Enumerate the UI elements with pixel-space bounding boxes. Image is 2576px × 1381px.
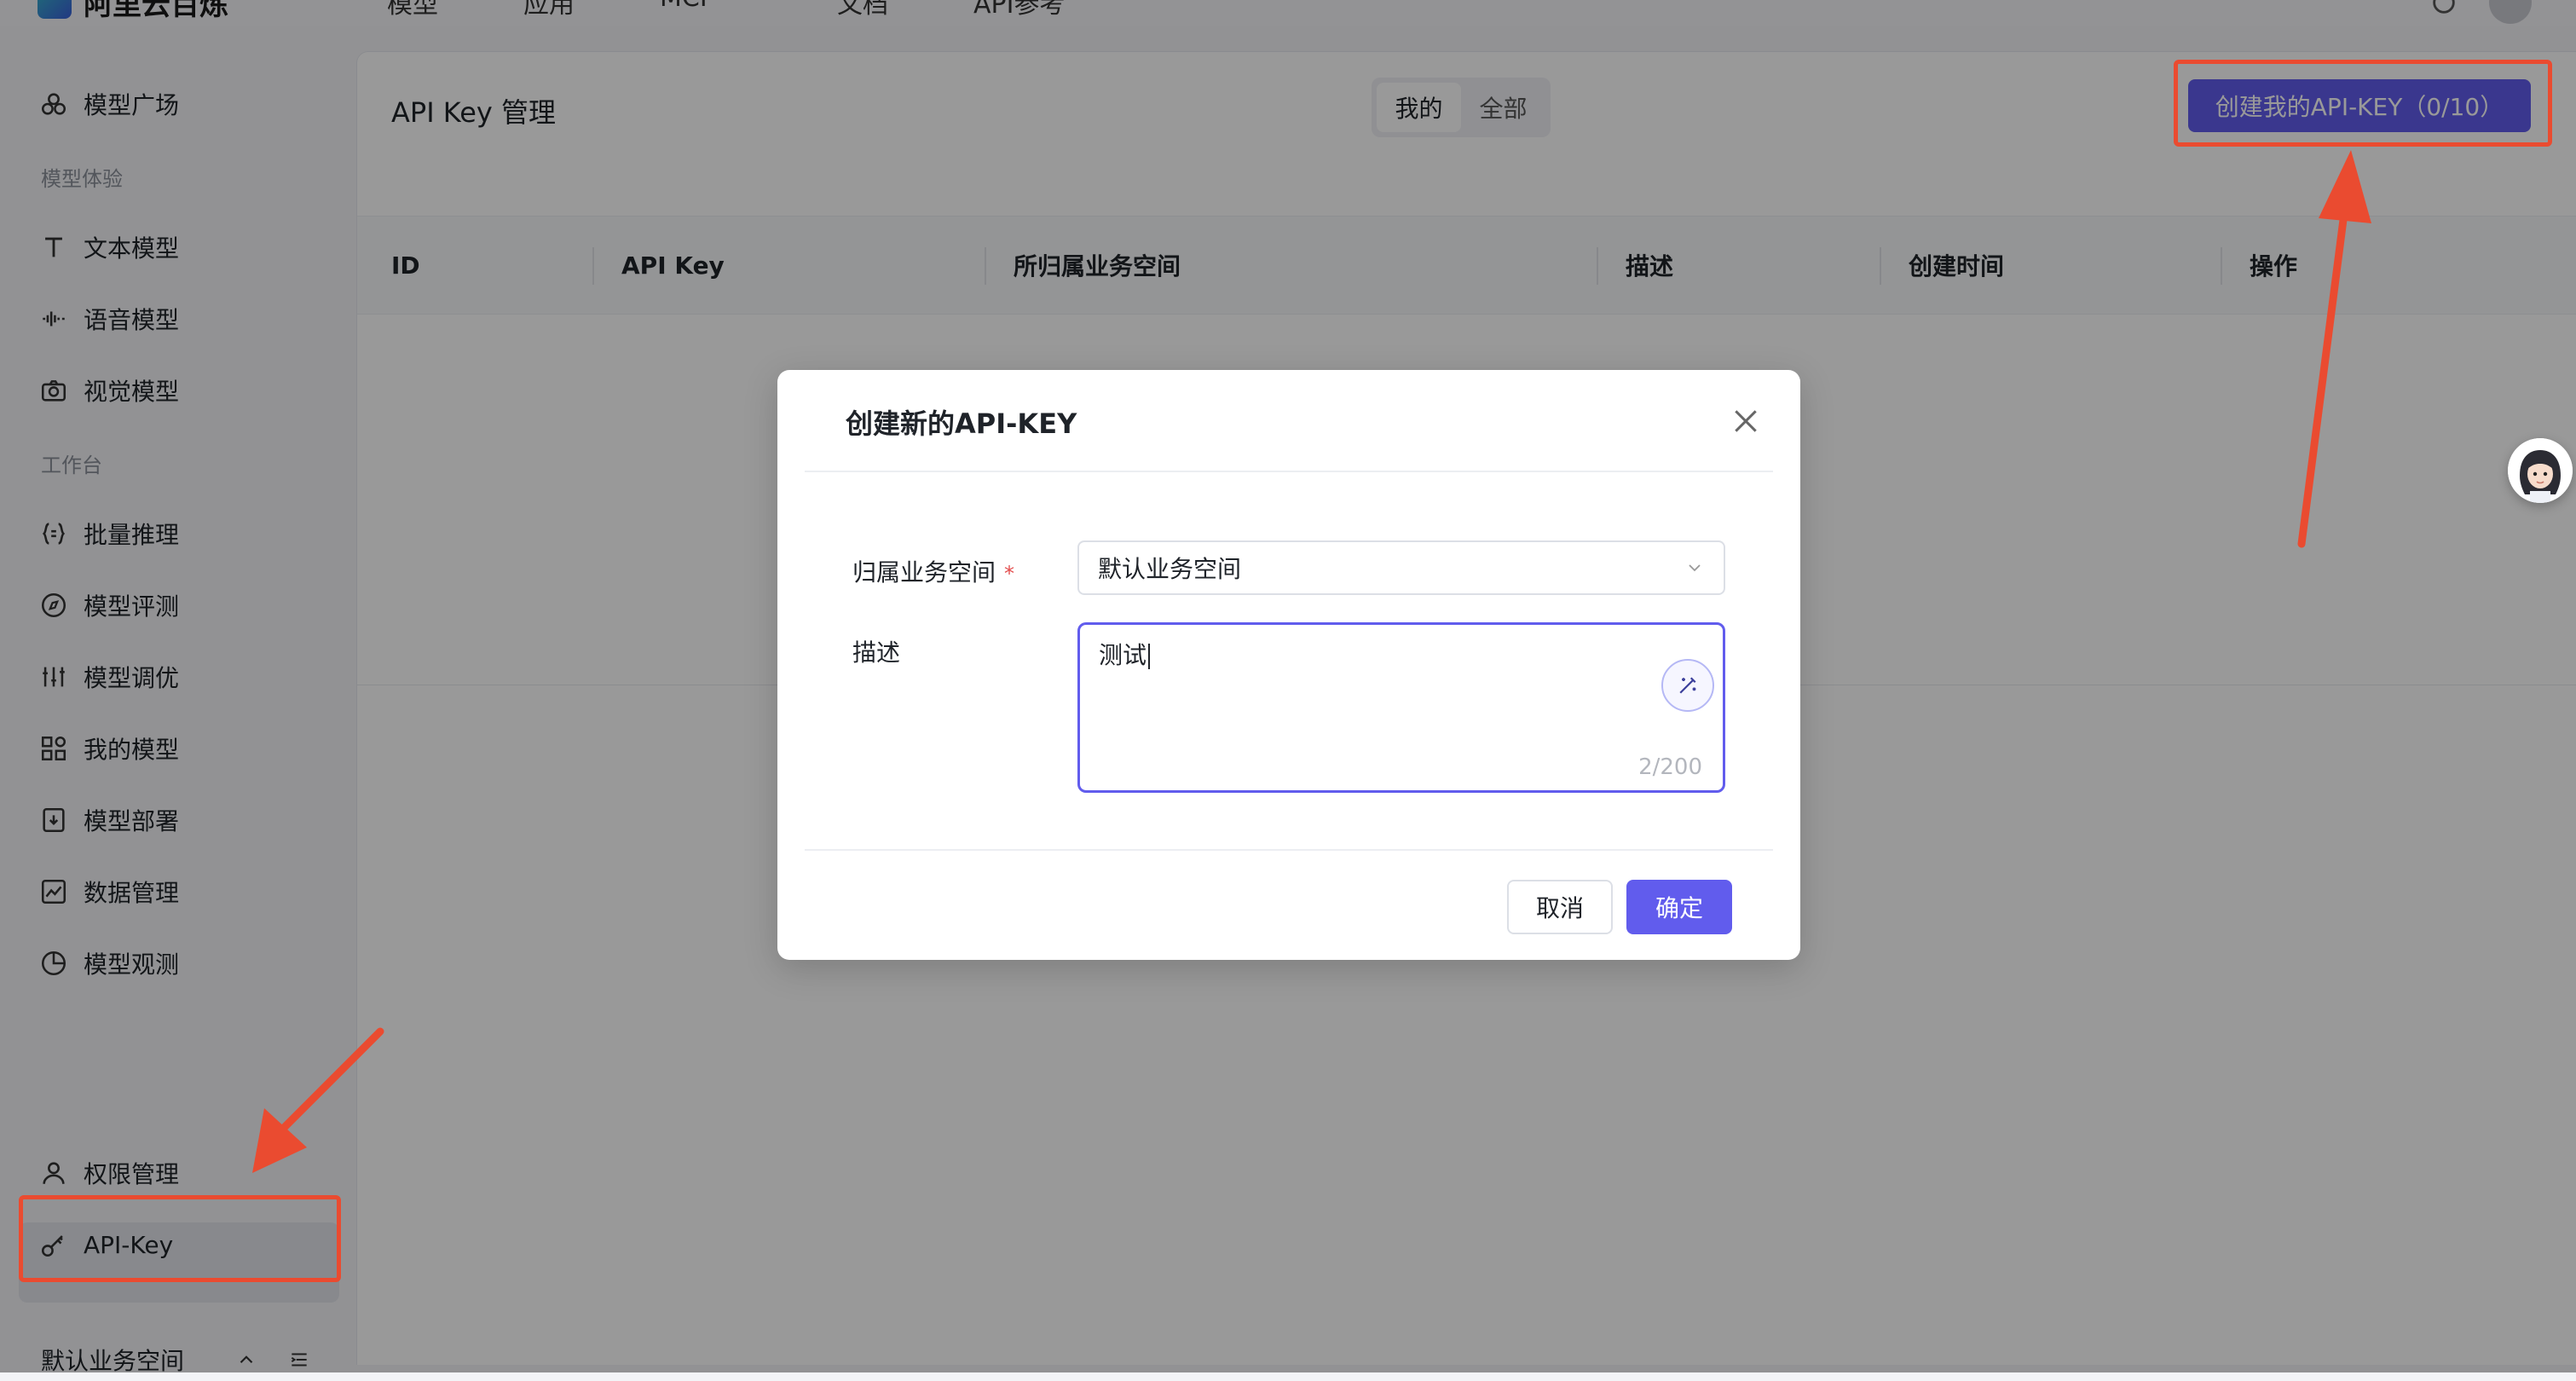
workspace-label-text: 归属业务空间: [852, 558, 996, 586]
dialog-header-divider: [805, 471, 1773, 472]
dialog-title: 创建新的API-KEY: [846, 407, 1077, 440]
assistant-face-icon: [2508, 438, 2573, 503]
workspace-select[interactable]: 默认业务空间: [1077, 540, 1725, 595]
ai-polish-button[interactable]: [1661, 659, 1714, 712]
required-mark: *: [1004, 562, 1015, 586]
magic-wand-icon: [1679, 677, 1696, 694]
description-field-label: 描述: [852, 638, 901, 667]
page-root: 阿里云百炼 模型 应用 MCP 文档 API参考 模型广场 模型体验 文本模型 …: [0, 0, 2576, 1375]
dialog-footer-divider: [805, 849, 1773, 851]
workspace-select-value: 默认业务空间: [1098, 555, 1242, 583]
workspace-field-label: 归属业务空间 *: [852, 554, 1014, 588]
close-icon[interactable]: [1729, 404, 1763, 438]
confirm-button[interactable]: 确定: [1626, 880, 1732, 934]
annotation-box-api-key-menu: [19, 1195, 341, 1282]
create-api-key-dialog: 创建新的API-KEY 归属业务空间 * 默认业务空间 描述 测试 2/200 取…: [777, 370, 1800, 960]
chevron-down-icon: [1689, 564, 1701, 572]
description-textarea[interactable]: 测试 2/200: [1077, 622, 1725, 793]
cancel-button[interactable]: 取消: [1507, 880, 1613, 934]
character-counter: 2/200: [1638, 754, 1702, 780]
annotation-box-create-button: [2174, 60, 2552, 147]
description-text: 测试: [1099, 637, 1151, 671]
assistant-avatar-button[interactable]: [2508, 438, 2573, 503]
